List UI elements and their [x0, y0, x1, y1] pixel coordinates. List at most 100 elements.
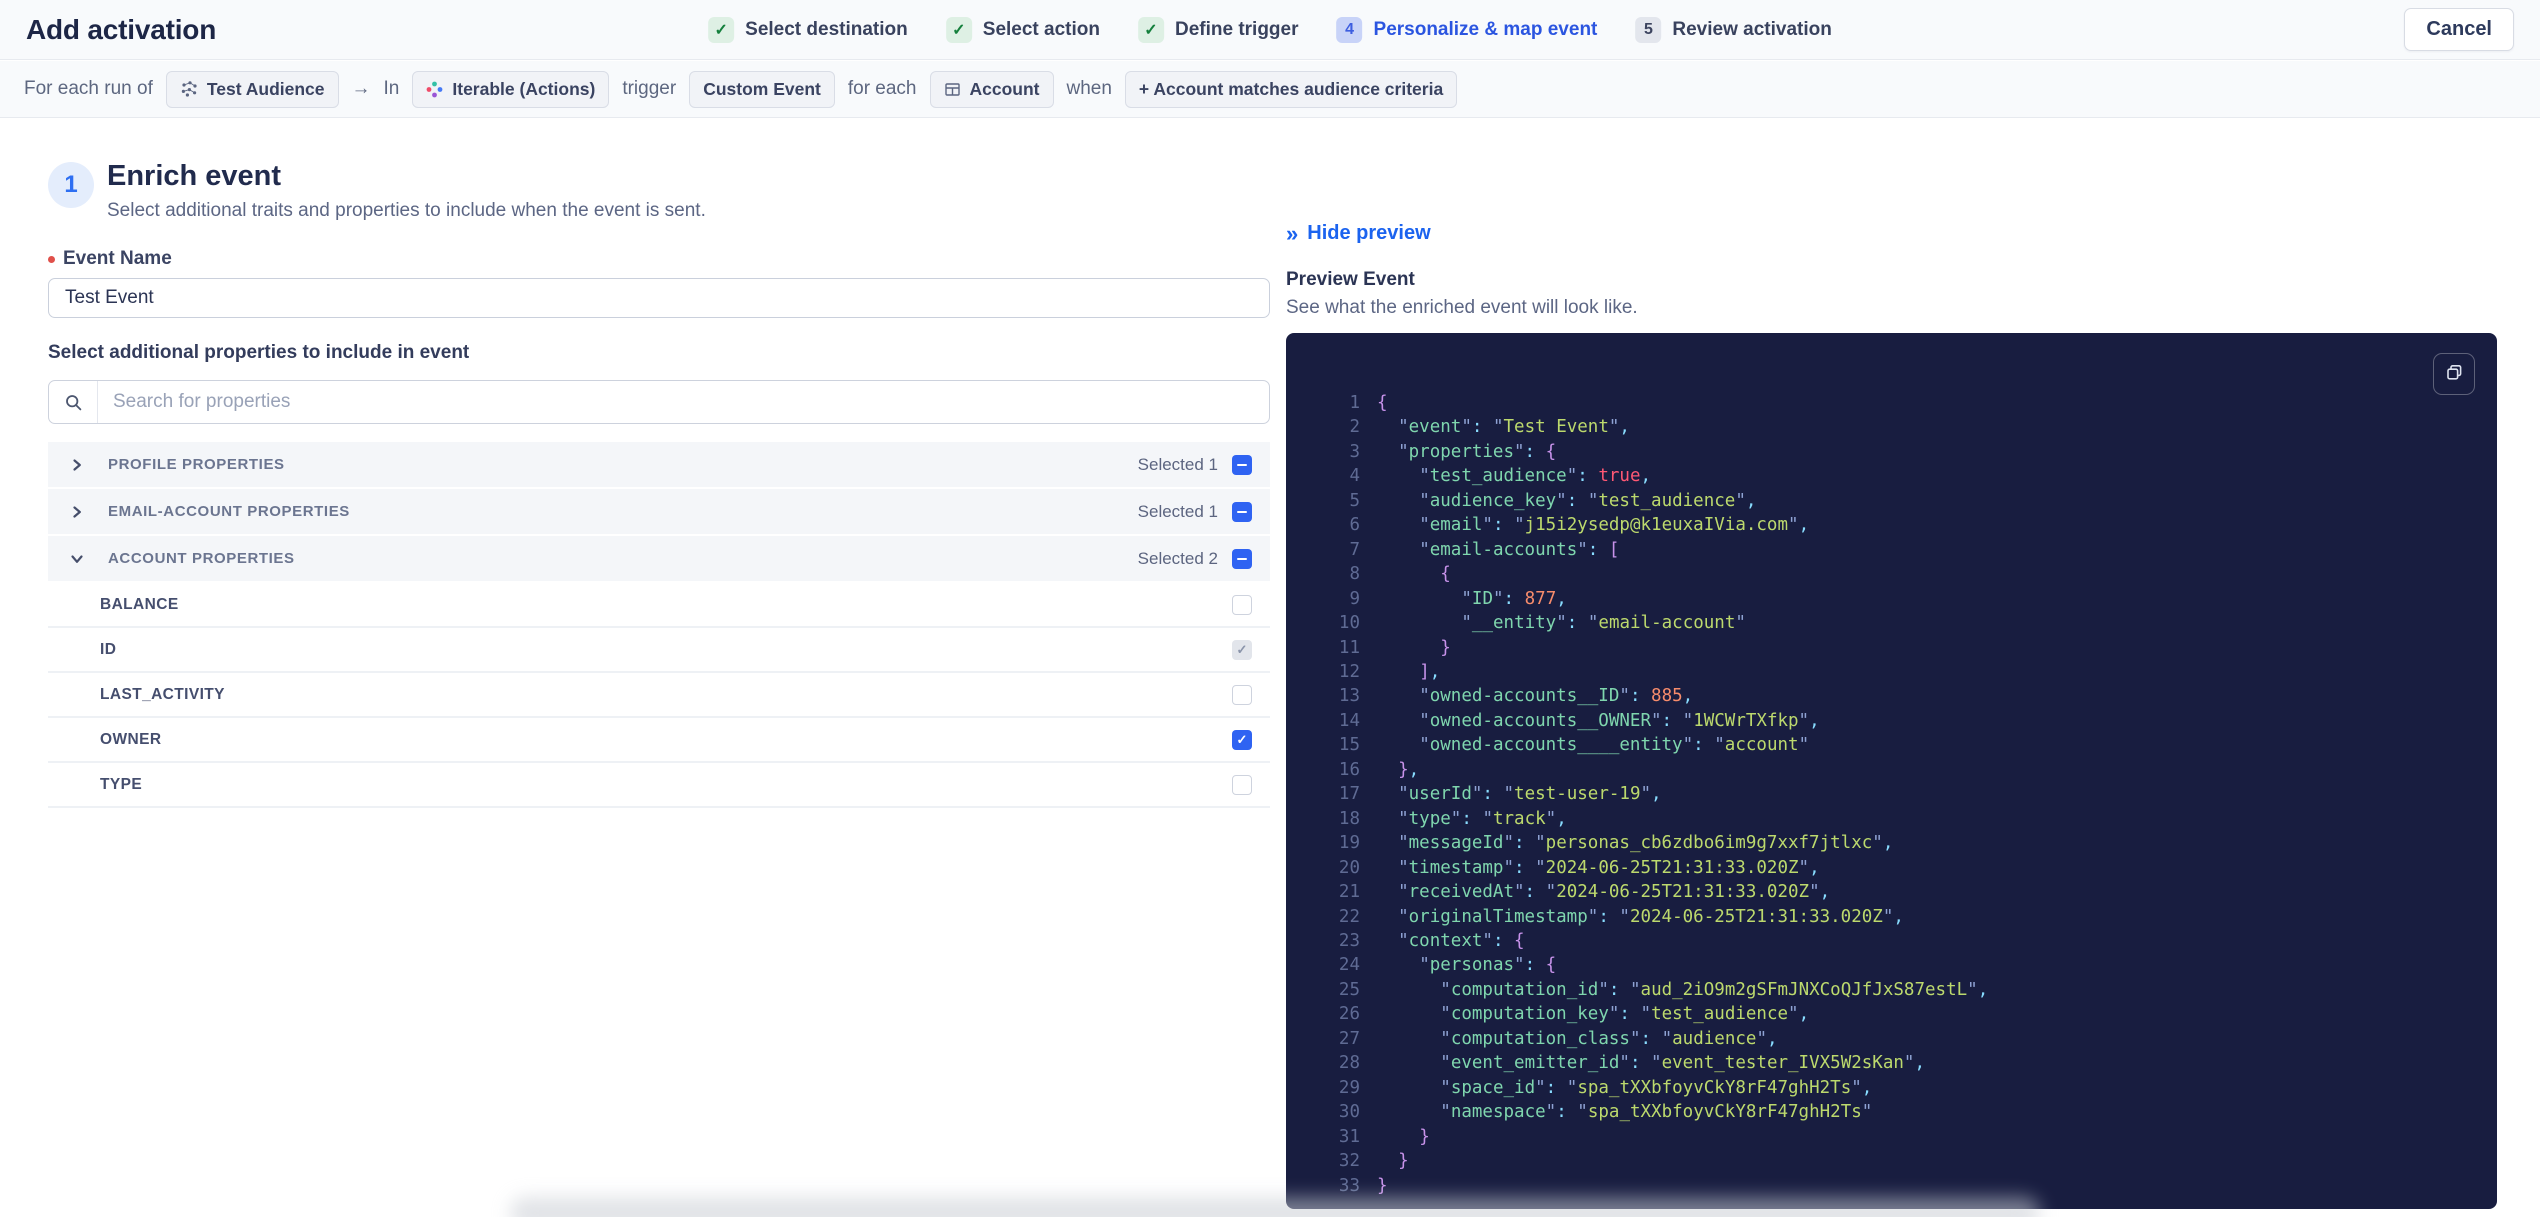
code-line: 30 "namespace": "spa_tXXbfoyvCkY8rF47ghH…: [1332, 1100, 2469, 1124]
context-for-each-label: for each: [847, 78, 917, 99]
line-number: 31: [1338, 1126, 1360, 1147]
add-activation-page: Add activation ✓ Select destination ✓ Selec…: [0, 0, 2540, 1217]
code-line: 8 {: [1332, 562, 2469, 586]
code-line: 23 "context": {: [1332, 929, 2469, 953]
code-line: 28 "event_emitter_id": "event_tester_IVX…: [1332, 1051, 2469, 1075]
step-review-activation[interactable]: 5 Review activation: [1635, 17, 1832, 43]
code-line: 4 "test_audience": true,: [1332, 464, 2469, 488]
search-input[interactable]: [98, 381, 1269, 424]
checkbox-last_activity[interactable]: [1232, 684, 1252, 705]
step-select-action[interactable]: ✓ Select action: [945, 17, 1100, 43]
code-line: 22 "originalTimestamp": "2024-06-25T21:3…: [1332, 905, 2469, 929]
table-icon: [944, 81, 961, 98]
line-number: 1: [1349, 393, 1360, 413]
group-label: EMAIL-ACCOUNT PROPERTIES: [108, 503, 350, 521]
line-number: 5: [1349, 490, 1360, 511]
step-personalize-map-event[interactable]: 4 Personalize & map event: [1336, 17, 1597, 43]
line-number: 30: [1338, 1102, 1360, 1123]
copy-icon: [2445, 363, 2464, 385]
code-line: 18 "type": "track",: [1332, 807, 2469, 831]
preview-code-block: 1{2 "event": "Test Event", 3 "properties"…: [1286, 333, 2497, 1209]
group-label: ACCOUNT PROPERTIES: [108, 550, 295, 568]
required-dot-icon: [48, 255, 55, 263]
property-row-owner[interactable]: OWNER ✓: [48, 718, 1270, 764]
code-line: 7 "email-accounts": [: [1332, 538, 2469, 562]
enrich-title: Enrich event: [107, 160, 282, 192]
checkbox-id[interactable]: ✓: [1232, 639, 1252, 660]
footer-shadow: [510, 1197, 2040, 1217]
preview-panel: » Hide preview Preview Event See what th…: [1286, 118, 2497, 1209]
preview-subtitle: See what the enriched event will look li…: [1286, 297, 1638, 318]
step-label: Review activation: [1672, 19, 1832, 40]
step-select-destination[interactable]: ✓ Select destination: [708, 17, 908, 43]
event-chip-label: Custom Event: [703, 78, 821, 99]
property-row-type[interactable]: TYPE: [48, 763, 1270, 809]
checkbox-type[interactable]: [1232, 774, 1252, 795]
event-chip[interactable]: Custom Event: [689, 70, 835, 108]
code-line: 11 }: [1332, 636, 2469, 660]
code-line: 31 }: [1332, 1125, 2469, 1149]
line-number: 9: [1349, 588, 1360, 609]
event-name-label: Event Name: [48, 248, 1270, 270]
code-line: 13 "owned-accounts__ID": 885,: [1332, 684, 2469, 708]
entity-chip[interactable]: Account: [929, 70, 1054, 108]
group-checkbox-account[interactable]: [1232, 548, 1252, 569]
chevron-down-icon: [70, 553, 84, 565]
line-number: 15: [1338, 735, 1360, 756]
line-number: 18: [1338, 808, 1360, 829]
line-number: 28: [1338, 1053, 1360, 1074]
destination-chip-label: Iterable (Actions): [452, 78, 596, 99]
line-number: 8: [1349, 564, 1360, 585]
copy-button[interactable]: [2433, 353, 2475, 395]
account-properties-list: BALANCE ID ✓ LAST_ACTIVITY OWNER ✓ TYPE: [48, 583, 1270, 809]
code-line: 6 "email": "j15i2ysedp@k1euxaIVia.com",: [1332, 513, 2469, 537]
group-profile-properties[interactable]: PROFILE PROPERTIES Selected 1: [48, 442, 1270, 488]
event-name-input[interactable]: [48, 278, 1270, 319]
enrich-header: 1 Enrich event Select additional traits …: [48, 160, 1270, 222]
line-number: 22: [1338, 906, 1360, 927]
enrich-event-section: 1 Enrich event Select additional traits …: [48, 118, 1270, 809]
property-row-id[interactable]: ID ✓: [48, 628, 1270, 674]
criteria-chip[interactable]: + Account matches audience criteria: [1124, 70, 1458, 108]
group-label: PROFILE PROPERTIES: [108, 456, 285, 474]
group-checkbox-profile[interactable]: [1232, 454, 1252, 475]
line-number: 29: [1338, 1077, 1360, 1098]
check-icon: ✓: [945, 17, 972, 43]
line-number: 12: [1338, 661, 1360, 682]
line-number: 32: [1338, 1151, 1360, 1172]
step-define-trigger[interactable]: ✓ Define trigger: [1137, 17, 1299, 43]
line-number: 11: [1338, 637, 1360, 658]
group-email-account-properties[interactable]: EMAIL-ACCOUNT PROPERTIES Selected 1: [48, 489, 1270, 535]
line-number: 19: [1338, 833, 1360, 854]
property-row-last_activity[interactable]: LAST_ACTIVITY: [48, 673, 1270, 719]
property-search-box: [48, 380, 1270, 425]
line-number: 33: [1338, 1175, 1360, 1196]
checkbox-owner[interactable]: ✓: [1232, 729, 1252, 750]
entity-chip-label: Account: [969, 78, 1040, 99]
line-number: 10: [1338, 613, 1360, 634]
selected-count: Selected 1: [1137, 454, 1218, 474]
checkbox-balance[interactable]: [1232, 594, 1252, 615]
line-number: 16: [1338, 759, 1360, 780]
group-checkbox-email-account[interactable]: [1232, 501, 1252, 522]
context-trigger-label: trigger: [622, 78, 677, 99]
code-line: 3 "properties": {: [1332, 440, 2469, 464]
hide-preview-link[interactable]: » Hide preview: [1286, 222, 1431, 245]
code-line: 5 "audience_key": "test_audience",: [1332, 489, 2469, 513]
cancel-button[interactable]: Cancel: [2404, 8, 2514, 51]
line-number: 27: [1338, 1028, 1360, 1049]
code-line: 25 "computation_id": "aud_2iO9m2gSFmJNXC…: [1332, 978, 2469, 1002]
step-label: Select destination: [745, 19, 908, 40]
selected-count: Selected 1: [1137, 501, 1218, 521]
audience-chip[interactable]: Test Audience: [165, 70, 339, 108]
line-number: 6: [1349, 515, 1360, 536]
selected-count: Selected 2: [1137, 548, 1218, 568]
code-line: 9 "ID": 877,: [1332, 587, 2469, 611]
hide-preview-label: Hide preview: [1307, 222, 1431, 244]
context-bar: For each run of Test Audience → In Itera…: [0, 61, 2540, 118]
group-account-properties[interactable]: ACCOUNT PROPERTIES Selected 2: [48, 536, 1270, 582]
code-line: 20 "timestamp": "2024-06-25T21:31:33.020…: [1332, 856, 2469, 880]
code-line: 2 "event": "Test Event",: [1332, 415, 2469, 439]
property-row-balance[interactable]: BALANCE: [48, 583, 1270, 629]
destination-chip[interactable]: Iterable (Actions): [412, 70, 610, 108]
